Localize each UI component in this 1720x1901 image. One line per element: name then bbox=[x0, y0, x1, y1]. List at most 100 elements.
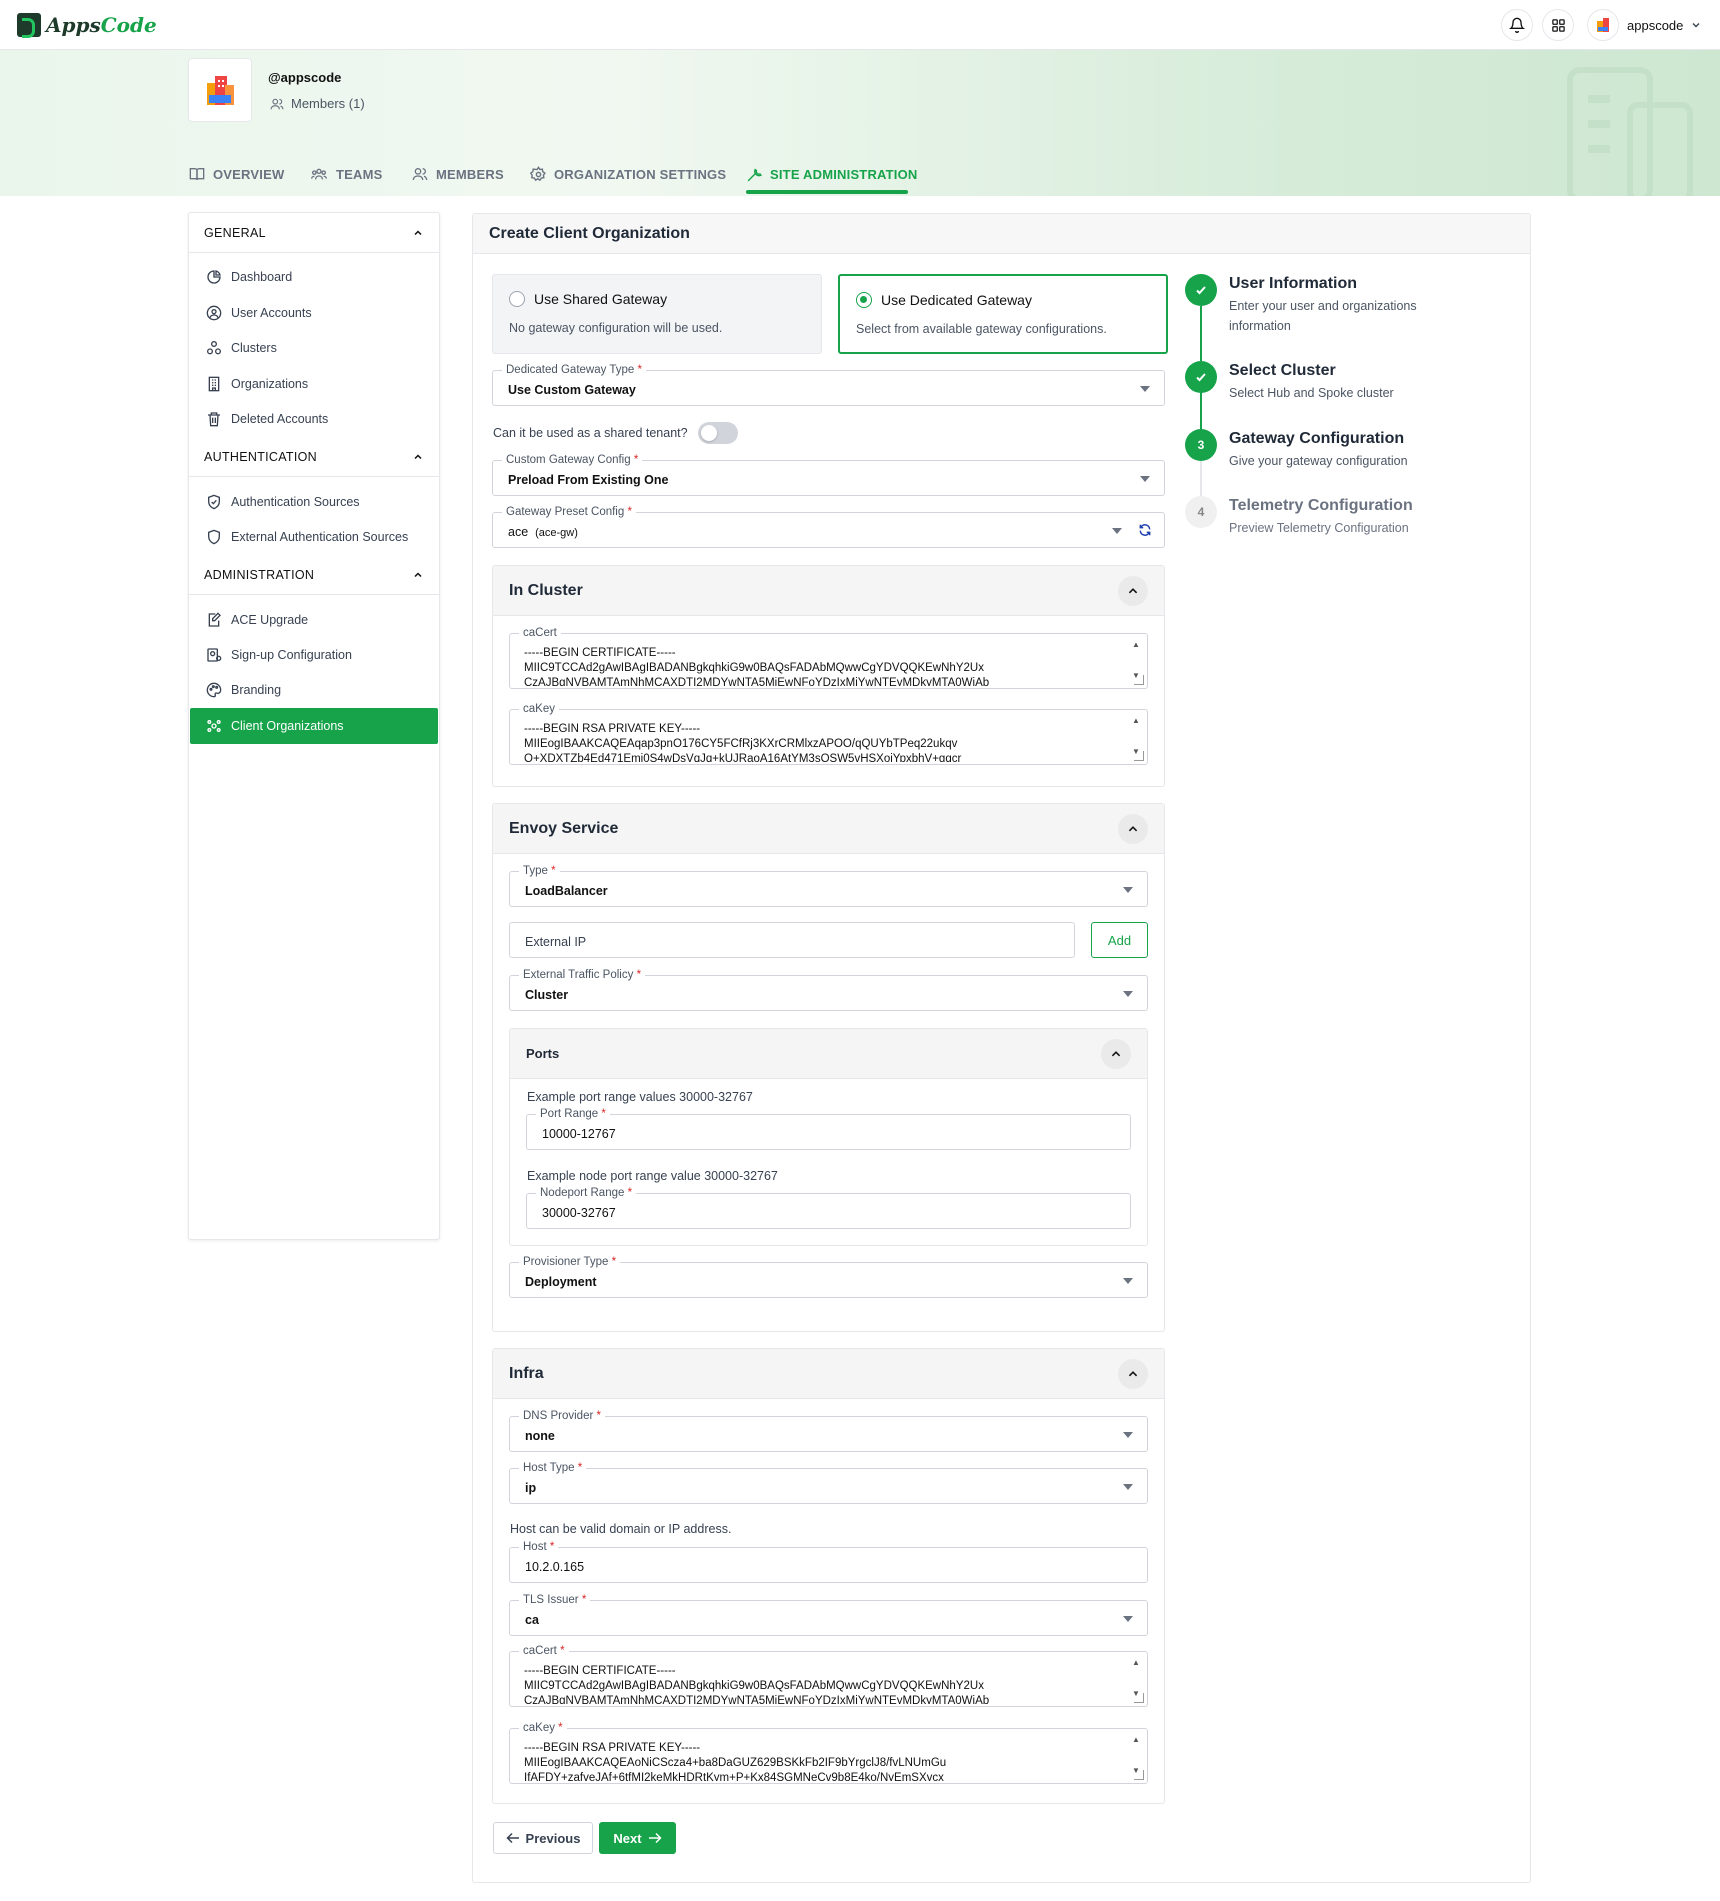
sidebar-section-general[interactable]: GENERAL bbox=[188, 213, 440, 253]
user-settings-icon bbox=[207, 648, 222, 662]
gateway-preset-config-select[interactable]: Gateway Preset Config * ace (ace-gw) bbox=[492, 505, 1165, 548]
users-icon bbox=[270, 98, 284, 109]
sidebar-item-organizations[interactable]: Organizations bbox=[190, 367, 438, 401]
dedicated-gateway-option[interactable]: Use Dedicated Gateway Select from availa… bbox=[838, 274, 1168, 354]
resize-handle[interactable] bbox=[1134, 1693, 1144, 1703]
trash-icon bbox=[208, 412, 220, 427]
caret-down-icon bbox=[1140, 386, 1150, 392]
external-ip-input[interactable]: External IP bbox=[509, 922, 1075, 958]
page-title: Create Client Organization bbox=[473, 214, 1530, 254]
host-input[interactable]: Host * 10.2.0.165 bbox=[509, 1540, 1148, 1583]
dedicated-gateway-label: Use Dedicated Gateway bbox=[881, 292, 1032, 308]
chevron-up-icon bbox=[1111, 1050, 1121, 1056]
notifications-button[interactable] bbox=[1501, 9, 1533, 41]
user-menu[interactable]: appscode bbox=[1587, 9, 1701, 41]
sidebar-section-administration[interactable]: ADMINISTRATION bbox=[188, 555, 440, 595]
scrollbar[interactable]: ▲ ▼ bbox=[1131, 640, 1141, 680]
chevron-up-icon bbox=[414, 453, 422, 459]
ports-title: Ports bbox=[526, 1046, 560, 1061]
caret-down-icon bbox=[1140, 476, 1150, 482]
sidebar-item-dashboard[interactable]: Dashboard bbox=[190, 260, 438, 294]
sidebar-item-branding[interactable]: Branding bbox=[190, 673, 438, 707]
org-members-link[interactable]: Members (1) bbox=[270, 96, 365, 111]
office-building-icon bbox=[208, 376, 220, 392]
step-select-cluster: Select Cluster Select Hub and Spoke clust… bbox=[1185, 361, 1439, 403]
external-traffic-policy-select[interactable]: External Traffic Policy * Cluster bbox=[509, 968, 1148, 1011]
top-bar bbox=[0, 0, 1720, 50]
envoy-type-select[interactable]: Type * LoadBalancer bbox=[509, 864, 1148, 907]
port-range-input[interactable]: Port Range * 10000-12767 bbox=[526, 1107, 1131, 1150]
collapse-button[interactable] bbox=[1118, 813, 1148, 844]
infra-cakey-textarea[interactable]: caKey * -----BEGIN RSA PRIVATE KEY----- … bbox=[509, 1721, 1148, 1784]
add-external-ip-button[interactable]: Add bbox=[1091, 922, 1148, 958]
step-telemetry-configuration: 4 Telemetry Configuration Preview Telemet… bbox=[1185, 496, 1439, 538]
appscode-logo[interactable]: AppsCode bbox=[17, 11, 157, 39]
shared-gateway-radio[interactable] bbox=[509, 291, 525, 307]
step-number: 4 bbox=[1185, 496, 1217, 528]
sidebar-item-external-authentication-sources[interactable]: External Authentication Sources bbox=[190, 520, 438, 554]
sidebar-item-deleted-accounts[interactable]: Deleted Accounts bbox=[190, 402, 438, 436]
shield-icon bbox=[208, 529, 220, 545]
building-icon bbox=[1597, 18, 1609, 32]
chevron-up-icon bbox=[1128, 825, 1138, 831]
nodeport-range-input[interactable]: Nodeport Range * 30000-32767 bbox=[526, 1186, 1131, 1229]
tab-overview[interactable]: OVERVIEW bbox=[188, 154, 284, 194]
clusters-icon bbox=[207, 341, 221, 355]
book-icon bbox=[189, 168, 205, 181]
tls-issuer-select[interactable]: TLS Issuer * ca bbox=[509, 1593, 1148, 1636]
shared-tenant-toggle[interactable] bbox=[698, 422, 738, 444]
scrollbar[interactable]: ▲ ▼ bbox=[1131, 1658, 1141, 1698]
tab-organization-settings[interactable]: ORGANIZATION SETTINGS bbox=[530, 154, 726, 194]
chevron-down-icon bbox=[1692, 23, 1700, 28]
edit-note-icon bbox=[208, 612, 221, 627]
in-cluster-cakey-textarea[interactable]: caKey -----BEGIN RSA PRIVATE KEY----- MI… bbox=[509, 702, 1148, 765]
client-org-icon bbox=[207, 720, 221, 732]
custom-gateway-config-select[interactable]: Custom Gateway Config * Preload From Exi… bbox=[492, 453, 1165, 496]
infra-cacert-textarea[interactable]: caCert * -----BEGIN CERTIFICATE----- MII… bbox=[509, 1644, 1148, 1707]
sidebar-item-clusters[interactable]: Clusters bbox=[190, 331, 438, 365]
caret-down-icon bbox=[1123, 991, 1133, 997]
palette-icon bbox=[206, 682, 222, 698]
org-building-icon bbox=[207, 76, 234, 105]
next-button[interactable]: Next bbox=[599, 1822, 676, 1854]
chevron-up-icon bbox=[1128, 587, 1138, 593]
caret-down-icon bbox=[1123, 1278, 1133, 1284]
previous-button[interactable]: Previous bbox=[493, 1822, 593, 1854]
sidebar-section-authentication[interactable]: AUTHENTICATION bbox=[188, 437, 440, 477]
username: appscode bbox=[1627, 17, 1684, 33]
collapse-button[interactable] bbox=[1118, 1358, 1148, 1389]
port-range-hint: Example port range values 30000-32767 bbox=[527, 1090, 753, 1104]
host-type-select[interactable]: Host Type * ip bbox=[509, 1461, 1148, 1504]
apps-grid-button[interactable] bbox=[1542, 9, 1574, 41]
shared-gateway-option[interactable]: Use Shared Gateway No gateway configurat… bbox=[492, 274, 822, 354]
chevron-up-icon bbox=[414, 229, 422, 235]
sidebar-item-user-accounts[interactable]: User Accounts bbox=[190, 296, 438, 330]
resize-handle[interactable] bbox=[1134, 751, 1144, 761]
caret-down-icon bbox=[1123, 1484, 1133, 1490]
tab-site-administration[interactable]: SITE ADMINISTRATION bbox=[746, 154, 918, 194]
provisioner-type-select[interactable]: Provisioner Type * Deployment bbox=[509, 1255, 1148, 1298]
sidebar-item-ace-upgrade[interactable]: ACE Upgrade bbox=[190, 603, 438, 637]
tab-teams[interactable]: TEAMS bbox=[309, 154, 383, 194]
wrench-icon bbox=[747, 167, 762, 181]
sidebar-item-authentication-sources[interactable]: Authentication Sources bbox=[190, 485, 438, 519]
collapse-button[interactable] bbox=[1118, 575, 1148, 606]
infra-title: Infra bbox=[509, 1364, 544, 1382]
resize-handle[interactable] bbox=[1134, 1770, 1144, 1780]
refresh-icon[interactable] bbox=[1138, 523, 1152, 537]
logo-mark-icon bbox=[17, 13, 41, 38]
dedicated-gateway-type-select[interactable]: Dedicated Gateway Type * Use Custom Gate… bbox=[492, 363, 1165, 406]
collapse-button[interactable] bbox=[1101, 1038, 1131, 1069]
scrollbar[interactable]: ▲ ▼ bbox=[1131, 716, 1141, 756]
shared-tenant-label: Can it be used as a shared tenant? bbox=[493, 426, 688, 440]
dedicated-gateway-radio[interactable] bbox=[856, 292, 872, 308]
in-cluster-cacert-textarea[interactable]: caCert -----BEGIN CERTIFICATE----- MIIC9… bbox=[509, 626, 1148, 689]
dns-provider-select[interactable]: DNS Provider * none bbox=[509, 1409, 1148, 1452]
resize-handle[interactable] bbox=[1134, 675, 1144, 685]
tab-members[interactable]: MEMBERS bbox=[411, 154, 504, 194]
sidebar-item-sign-up-configuration[interactable]: Sign-up Configuration bbox=[190, 638, 438, 672]
grid-icon bbox=[1551, 18, 1565, 32]
building-watermark-icon bbox=[1567, 67, 1693, 196]
scrollbar[interactable]: ▲ ▼ bbox=[1131, 1735, 1141, 1775]
sidebar-item-client-organizations[interactable]: Client Organizations bbox=[190, 708, 438, 744]
